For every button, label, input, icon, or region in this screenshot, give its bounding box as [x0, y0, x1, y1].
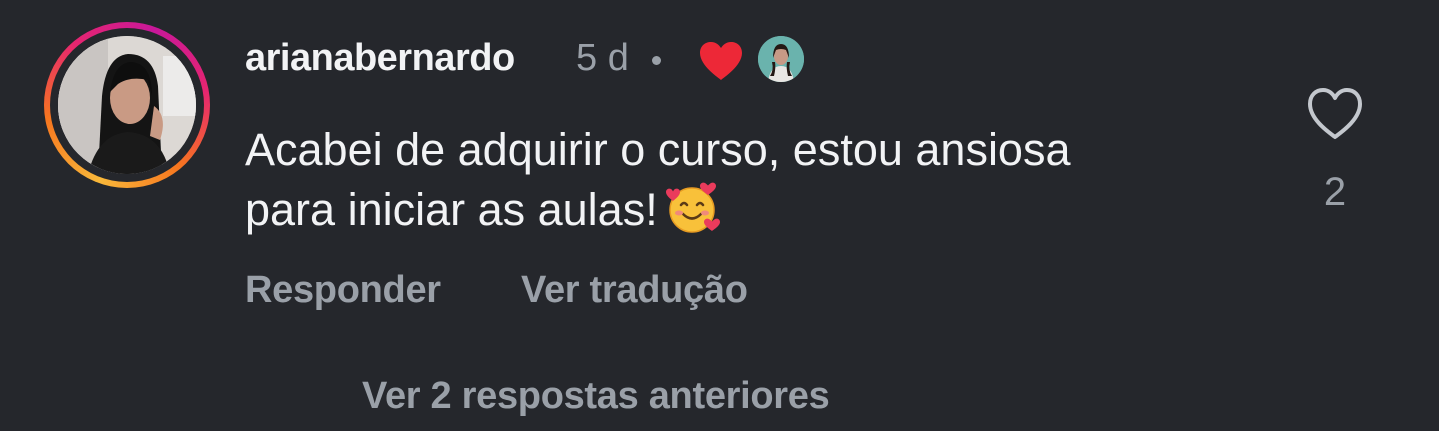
like-heart-icon[interactable]: [1305, 86, 1365, 142]
author-avatar: [758, 36, 804, 82]
comment-text-line: Acabei de adquirir o curso, estou ansios…: [245, 124, 1071, 175]
username[interactable]: arianabernardo: [245, 34, 515, 82]
like-count: 2: [1323, 170, 1347, 214]
view-previous-replies-button[interactable]: Ver 2 respostas anteriores: [362, 372, 830, 420]
avatar-photo: [58, 36, 196, 174]
commenter-avatar[interactable]: [44, 22, 210, 188]
comment-text-fragment: para iniciar as aulas!: [245, 184, 658, 235]
timestamp: 5 d: [576, 37, 629, 79]
reply-button[interactable]: Responder: [245, 266, 441, 314]
translate-button[interactable]: Ver tradução: [521, 266, 748, 314]
comment-text-line: para iniciar as aulas!: [245, 180, 1245, 240]
separator-dot: [652, 56, 661, 65]
smiling-face-with-hearts-icon: [664, 181, 724, 235]
liked-by-author-heart-icon: [697, 40, 745, 82]
comment-text: Acabei de adquirir o curso, estou ansios…: [245, 120, 1245, 240]
